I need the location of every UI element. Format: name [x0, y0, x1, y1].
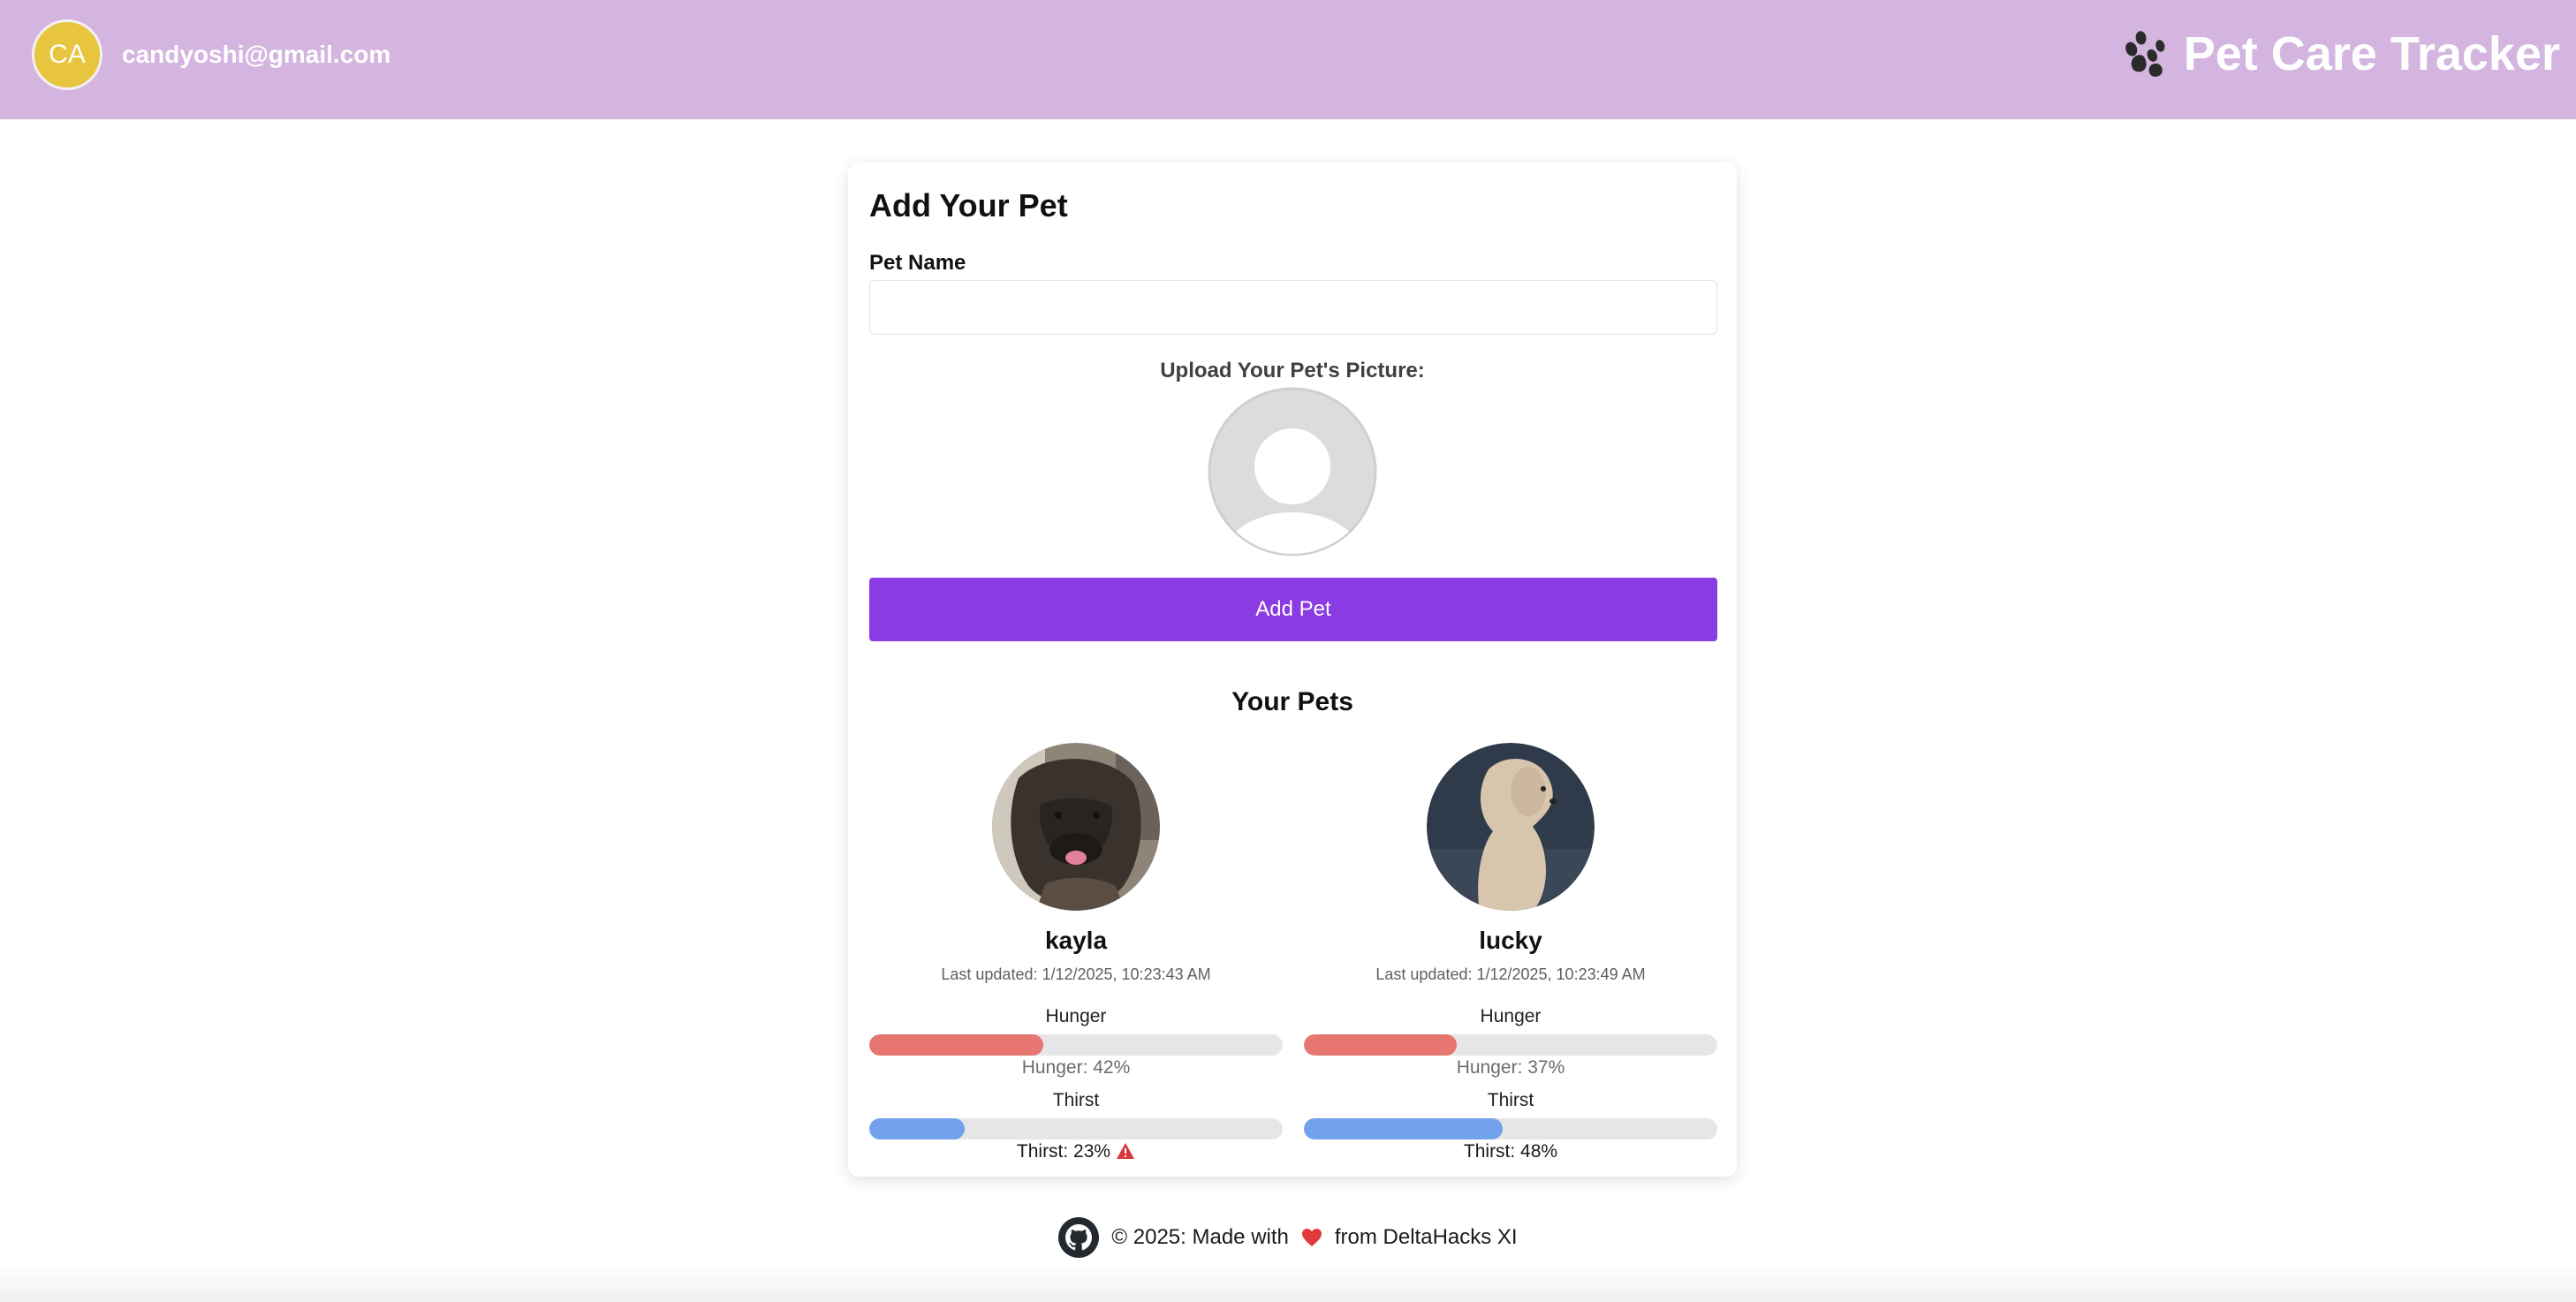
card-title: Add Your Pet	[869, 187, 1068, 223]
hunger-label: Hunger	[1480, 1006, 1542, 1026]
thirst-readout: Thirst: 23%	[1016, 1141, 1111, 1162]
hunger-bar	[1304, 1034, 1717, 1056]
app-header: CA candyoshi@gmail.com Pet Care Tracker	[0, 0, 2576, 119]
pet-name: lucky	[1479, 927, 1542, 954]
github-icon[interactable]	[1058, 1217, 1100, 1258]
heart-icon	[1301, 1229, 1322, 1246]
thirst-label: Thirst	[1487, 1090, 1534, 1110]
upload-photo-placeholder-icon[interactable]	[1208, 387, 1377, 556]
pet-photo-lucky	[1427, 743, 1595, 911]
upload-label: Upload Your Pet's Picture:	[1160, 359, 1425, 382]
your-pets-heading: Your Pets	[1231, 687, 1353, 716]
user-email: candyoshi@gmail.com	[122, 41, 391, 68]
pet-name-input[interactable]	[869, 280, 1717, 335]
thirst-label: Thirst	[1052, 1090, 1100, 1110]
add-pet-button[interactable]: Add Pet	[869, 578, 1717, 641]
thirst-bar	[1304, 1118, 1717, 1139]
hunger-label: Hunger	[1045, 1006, 1107, 1026]
footer-text-left: © 2025: Made with	[1111, 1225, 1289, 1249]
pet-last-updated: Last updated: 1/12/2025, 10:23:49 AM	[1375, 965, 1646, 983]
thirst-readout: Thirst: 48%	[1463, 1141, 1558, 1162]
thirst-readout-row: Thirst: 23%	[869, 1141, 1283, 1162]
thirst-bar-fill	[1304, 1118, 1503, 1139]
warning-icon	[1117, 1143, 1135, 1159]
add-pet-card: Add Your Pet Pet Name Upload Your Pet's …	[848, 163, 1737, 1177]
hunger-bar	[869, 1034, 1283, 1056]
footer-text-right: from DeltaHacks XI	[1334, 1225, 1518, 1249]
bottom-shadow	[0, 1265, 2576, 1302]
pet-photo-kayla	[992, 743, 1160, 911]
thirst-bar	[869, 1118, 1283, 1139]
github-mark-icon	[1065, 1224, 1093, 1251]
paw-icon	[2125, 31, 2165, 77]
hunger-readout: Hunger: 37%	[1456, 1057, 1565, 1078]
footer: © 2025: Made with from DeltaHacks XI	[0, 1217, 2576, 1258]
avatar-initials: CA	[49, 40, 86, 69]
hunger-bar-fill	[1304, 1034, 1458, 1056]
pet-name-label: Pet Name	[869, 251, 966, 275]
pet-last-updated: Last updated: 1/12/2025, 10:23:43 AM	[941, 965, 1211, 983]
avatar[interactable]: CA	[32, 19, 102, 90]
pet-name: kayla	[1044, 927, 1108, 954]
app-title: Pet Care Tracker	[2183, 27, 2560, 80]
app-title-group: Pet Care Tracker	[2120, 26, 2560, 81]
thirst-bar-fill	[869, 1118, 965, 1139]
thirst-readout-row: Thirst: 48%	[1304, 1141, 1717, 1162]
hunger-readout: Hunger: 42%	[1021, 1057, 1131, 1078]
hunger-bar-fill	[869, 1034, 1043, 1056]
